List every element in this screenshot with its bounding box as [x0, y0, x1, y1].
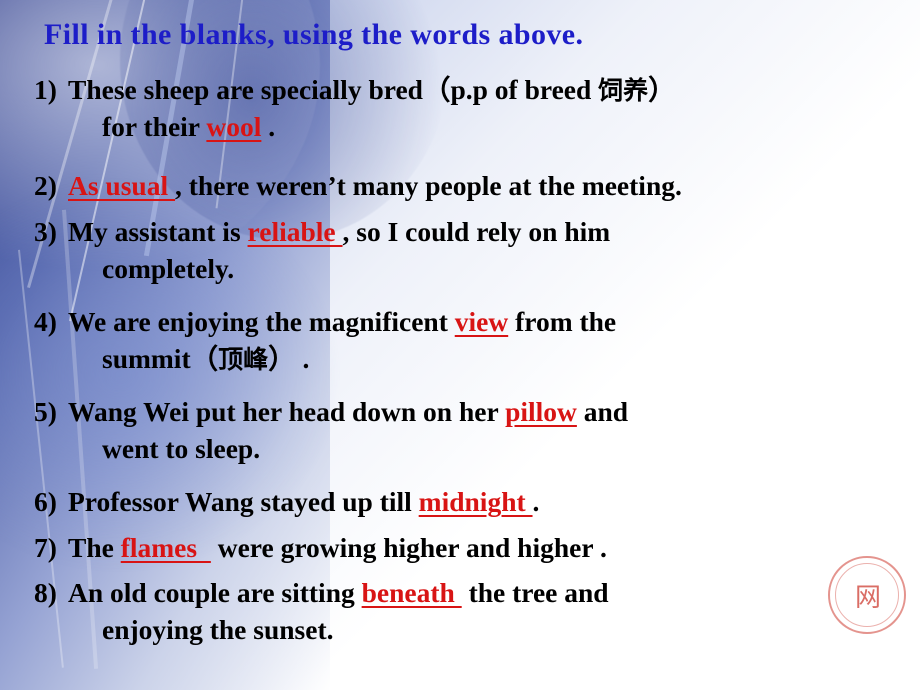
item-number: 3)	[34, 216, 57, 247]
item-text: summit（	[102, 342, 219, 374]
item-number: 5)	[34, 396, 57, 427]
item-text: These sheep are specially bred（p.p of br…	[68, 74, 599, 105]
slide: 网 Fill in the blanks, using the words ab…	[0, 0, 920, 690]
item-number: 8)	[34, 577, 57, 608]
item-text: the tree and	[461, 577, 609, 608]
item-text: We are enjoying the magnificent	[68, 306, 455, 337]
item-text: ）	[648, 74, 676, 105]
blank-answer: reliable	[247, 216, 343, 247]
item-line-2: for their wool .	[68, 109, 920, 146]
item-text-cn: 饲养	[598, 76, 649, 105]
blank-answer: beneath	[361, 577, 462, 608]
item-text: , so I could rely on him	[342, 216, 611, 247]
item-number: 1)	[34, 74, 57, 105]
item-line-2: enjoying the sunset.	[102, 613, 334, 645]
item-text: for their	[102, 110, 207, 142]
list-item: 3) My assistant is reliable , so I could…	[34, 214, 920, 287]
item-text: An old couple are sitting	[68, 577, 362, 608]
page-title: Fill in the blanks, using the words abov…	[44, 18, 584, 51]
item-text: Professor Wang stayed up till	[68, 486, 419, 517]
item-text: ） .	[268, 342, 310, 374]
item-number: 7)	[34, 532, 57, 563]
blank-answer: pillow	[505, 396, 577, 427]
item-line-2: summit（顶峰） .	[68, 341, 920, 378]
item-text: Wang Wei put her head down on her	[68, 396, 506, 427]
blank-answer: As usual	[68, 170, 175, 201]
item-text: My assistant is	[68, 216, 248, 247]
item-line-2: completely.	[102, 252, 235, 284]
blank-answer: view	[454, 306, 509, 337]
list-item: 1) These sheep are specially bred（p.p of…	[34, 72, 920, 145]
item-text-cn: 顶峰	[218, 344, 269, 374]
item-text: .	[261, 110, 276, 142]
list-item: 4) We are enjoying the magnificent view …	[34, 304, 920, 377]
item-text: from the	[508, 306, 617, 337]
list-item: 2) As usual , there weren’t many people …	[34, 168, 920, 205]
item-text: .	[532, 486, 540, 517]
blank-answer: wool	[206, 110, 262, 142]
blank-answer: midnight	[418, 486, 533, 517]
item-text: and	[576, 396, 629, 427]
list-item: 5) Wang Wei put her head down on her pil…	[34, 394, 888, 467]
item-number: 6)	[34, 486, 57, 517]
list-item: 6) Professor Wang stayed up till midnigh…	[34, 484, 858, 521]
item-number: 4)	[34, 306, 57, 337]
item-line-2: went to sleep.	[102, 432, 261, 464]
list-item: 8) An old couple are sitting beneath the…	[34, 575, 920, 648]
item-number: 2)	[34, 170, 57, 201]
item-text: , there weren’t many people at the meeti…	[175, 170, 682, 201]
item-text: were growing higher and higher .	[210, 532, 607, 563]
list-item: 7) The flames were growing higher and hi…	[34, 530, 858, 567]
blank-answer: flames	[120, 532, 211, 563]
item-text: The	[68, 532, 121, 563]
